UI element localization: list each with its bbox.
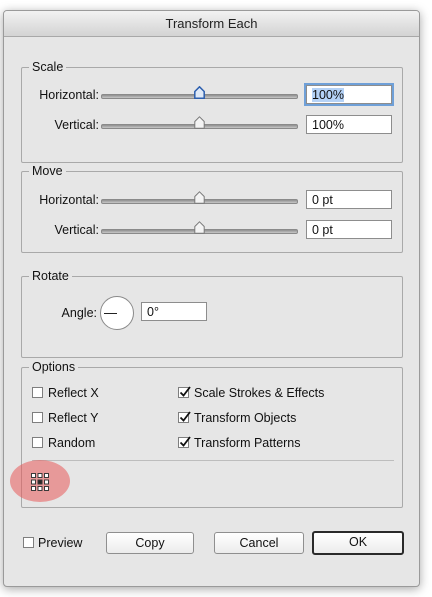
preview-label[interactable]: Preview (38, 535, 82, 551)
move-vertical-label: Vertical: (54, 223, 99, 237)
transform-patterns-checkbox[interactable] (178, 436, 191, 448)
scale-strokes-checkbox[interactable] (178, 386, 191, 398)
slider-thumb-icon[interactable] (194, 86, 205, 99)
move-vertical-slider[interactable] (101, 221, 298, 238)
reflect-y-checkbox[interactable] (32, 412, 43, 423)
angle-label: Angle: (61, 306, 97, 320)
rotate-group: Rotate Angle: 0° (21, 268, 403, 358)
reflect-x-checkbox[interactable] (32, 387, 43, 398)
options-legend: Options (29, 359, 79, 375)
transform-each-dialog: Transform Each Scale Horizontal: 100% Ve… (3, 10, 420, 587)
copy-button[interactable]: Copy (106, 532, 194, 554)
move-horizontal-label: Horizontal: (39, 193, 99, 207)
scale-horizontal-label: Horizontal: (39, 88, 99, 102)
scale-legend: Scale (29, 59, 67, 75)
scale-strokes-label[interactable]: Scale Strokes & Effects (194, 385, 324, 401)
slider-thumb-icon[interactable] (194, 221, 205, 234)
transform-objects-label[interactable]: Transform Objects (194, 410, 296, 426)
scale-horizontal-field[interactable]: 100% (304, 83, 394, 106)
scale-vertical-label: Vertical: (54, 118, 99, 132)
angle-dial[interactable] (100, 296, 134, 330)
scale-vertical-slider[interactable] (101, 116, 298, 133)
scale-horizontal-value: 100% (312, 88, 344, 102)
angle-dial-hand (104, 313, 117, 314)
reflect-x-label[interactable]: Reflect X (48, 385, 99, 401)
ok-button[interactable]: OK (312, 531, 404, 555)
reflect-y-label[interactable]: Reflect Y (48, 410, 99, 426)
move-group: Move Horizontal: 0 pt Vertical: 0 pt (21, 163, 403, 253)
scale-group: Scale Horizontal: 100% Vertical: 100% (21, 59, 403, 163)
transform-patterns-label[interactable]: Transform Patterns (194, 435, 301, 451)
scale-horizontal-slider[interactable] (101, 86, 298, 103)
checkmark-icon (179, 411, 191, 422)
random-checkbox[interactable] (32, 437, 43, 448)
move-horizontal-slider[interactable] (101, 191, 298, 208)
reference-point-grid-icon[interactable] (30, 472, 50, 492)
scale-vertical-field[interactable]: 100% (306, 115, 392, 134)
checkmark-icon (179, 386, 191, 397)
random-label[interactable]: Random (48, 435, 95, 451)
dialog-title: Transform Each (4, 11, 419, 37)
transform-objects-checkbox[interactable] (178, 411, 191, 423)
preview-checkbox[interactable] (23, 537, 34, 548)
slider-thumb-icon[interactable] (194, 116, 205, 129)
slider-thumb-icon[interactable] (194, 191, 205, 204)
options-group: Options Reflect X Reflect Y Random Scale… (21, 359, 403, 508)
cancel-button[interactable]: Cancel (214, 532, 304, 554)
options-divider (32, 460, 394, 461)
move-vertical-field[interactable]: 0 pt (306, 220, 392, 239)
rotate-legend: Rotate (29, 268, 72, 284)
move-horizontal-field[interactable]: 0 pt (306, 190, 392, 209)
angle-field[interactable]: 0° (141, 302, 207, 321)
move-legend: Move (29, 163, 66, 179)
checkmark-icon (179, 436, 191, 447)
